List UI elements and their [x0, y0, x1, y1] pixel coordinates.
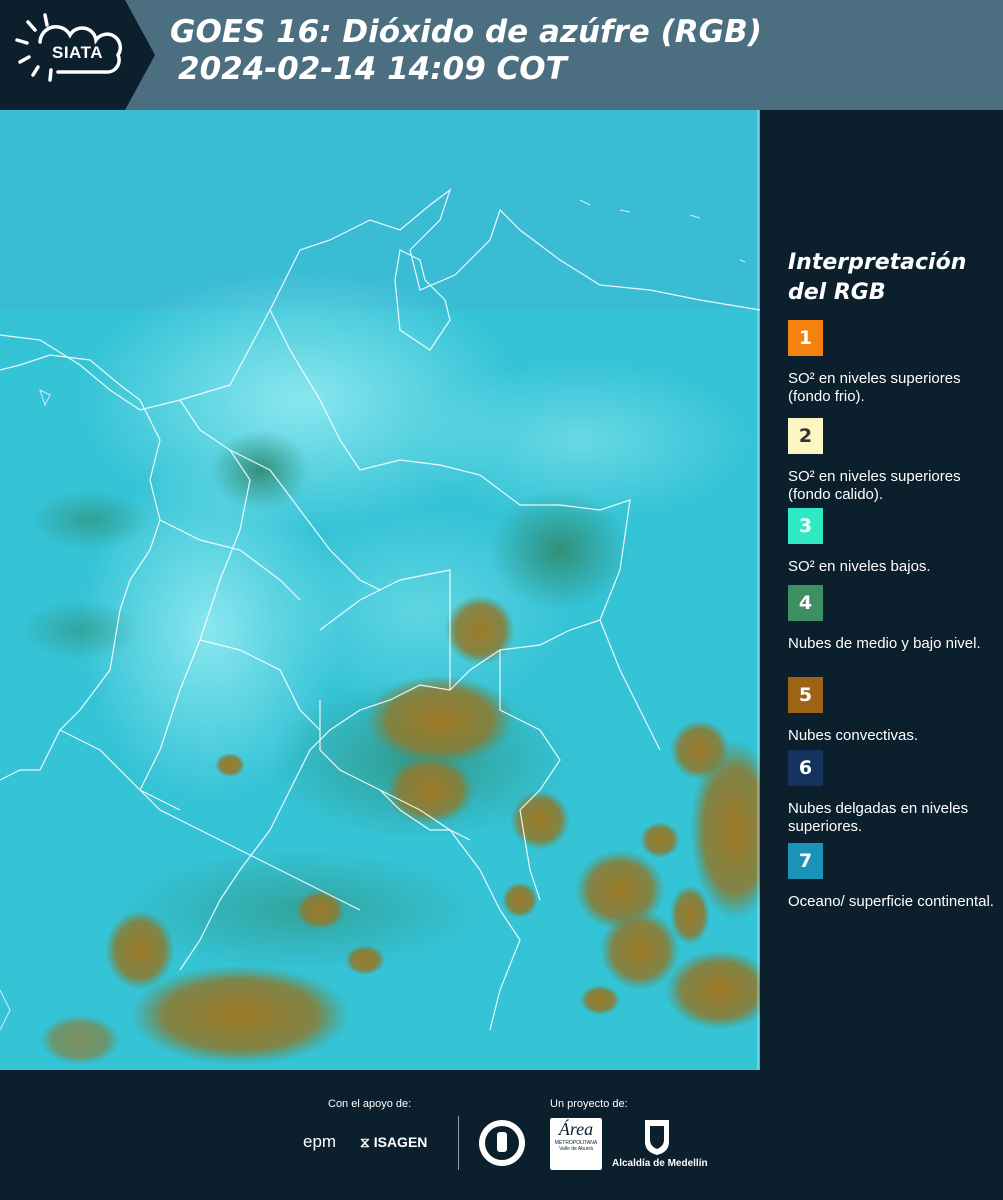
isagen-icon: ⧖	[360, 1134, 370, 1150]
medellin-seal-icon	[479, 1120, 525, 1166]
legend-label: Nubes delgadas en niveles superiores.	[788, 800, 969, 835]
legend-label: Oceano/ superficie continental.	[788, 893, 994, 910]
legend-item: 5 Nubes convectivas.	[788, 677, 998, 745]
page-title: GOES 16: Dióxido de azúfre (RGB) 2024-02…	[170, 14, 762, 88]
legend-swatch: 3	[788, 508, 823, 544]
legend-swatch: 7	[788, 843, 823, 879]
footer: Con el apoyo de: Un proyecto de: epm ⧖ I…	[0, 1070, 1003, 1200]
legend-label: SO² en niveles superiores (fondo frio).	[788, 370, 961, 405]
legend-title: Interpretación del RGB	[788, 248, 966, 308]
title-line1: GOES 16: Dióxido de azúfre (RGB)	[170, 14, 762, 50]
alcaldia-text: Alcaldía de Medellín	[612, 1158, 708, 1169]
support-label: Con el apoyo de:	[328, 1098, 412, 1110]
legend-item: 6 Nubes delgadas en niveles superiores.	[788, 750, 998, 836]
project-label: Un proyecto de:	[550, 1098, 628, 1110]
legend-swatch: 6	[788, 750, 823, 786]
map-svg	[0, 110, 760, 1070]
isagen-text: ISAGEN	[373, 1134, 428, 1150]
isagen-logo: ⧖ ISAGEN	[360, 1134, 427, 1151]
legend-item: 7 Oceano/ superficie continental.	[788, 843, 998, 911]
header-bar: SIATA GOES 16: Dióxido de azúfre (RGB) 2…	[0, 0, 1003, 110]
siata-logo-text: SIATA	[52, 43, 103, 62]
siata-logo: SIATA	[0, 0, 155, 110]
legend-swatch: 2	[788, 418, 823, 454]
legend-label: SO² en niveles bajos.	[788, 558, 931, 575]
area-logo-text: Área	[558, 1119, 594, 1139]
legend-item: 1 SO² en niveles superiores (fondo frio).	[788, 320, 998, 406]
legend-item: 2 SO² en niveles superiores (fondo calido…	[788, 418, 998, 504]
legend-swatch: 5	[788, 677, 823, 713]
legend-label: Nubes convectivas.	[788, 727, 919, 744]
legend-panel: Interpretación del RGB 1 SO² en niveles s…	[760, 110, 1003, 1070]
legend-label: SO² en niveles superiores (fondo calido)…	[788, 468, 961, 503]
legend-title-line1: Interpretación	[788, 250, 967, 275]
legend-title-line2: del RGB	[788, 280, 886, 305]
legend-label: Nubes de medio y bajo nivel.	[788, 635, 981, 652]
legend-item: 3 SO² en niveles bajos.	[788, 508, 998, 576]
alcaldia-shield-icon	[645, 1120, 669, 1155]
legend-swatch: 4	[788, 585, 823, 621]
title-line2: 2024-02-14 14:09 COT	[178, 51, 567, 87]
area-metropolitana-logo: Área METROPOLITANA Valle de Aburrá	[550, 1118, 602, 1170]
legend-item: 4 Nubes de medio y bajo nivel.	[788, 585, 998, 653]
footer-separator	[458, 1116, 459, 1170]
legend-swatch: 1	[788, 320, 823, 356]
area-logo-sub2: Valle de Aburrá	[559, 1146, 593, 1152]
satellite-map	[0, 110, 760, 1070]
epm-logo: epm	[303, 1132, 337, 1151]
